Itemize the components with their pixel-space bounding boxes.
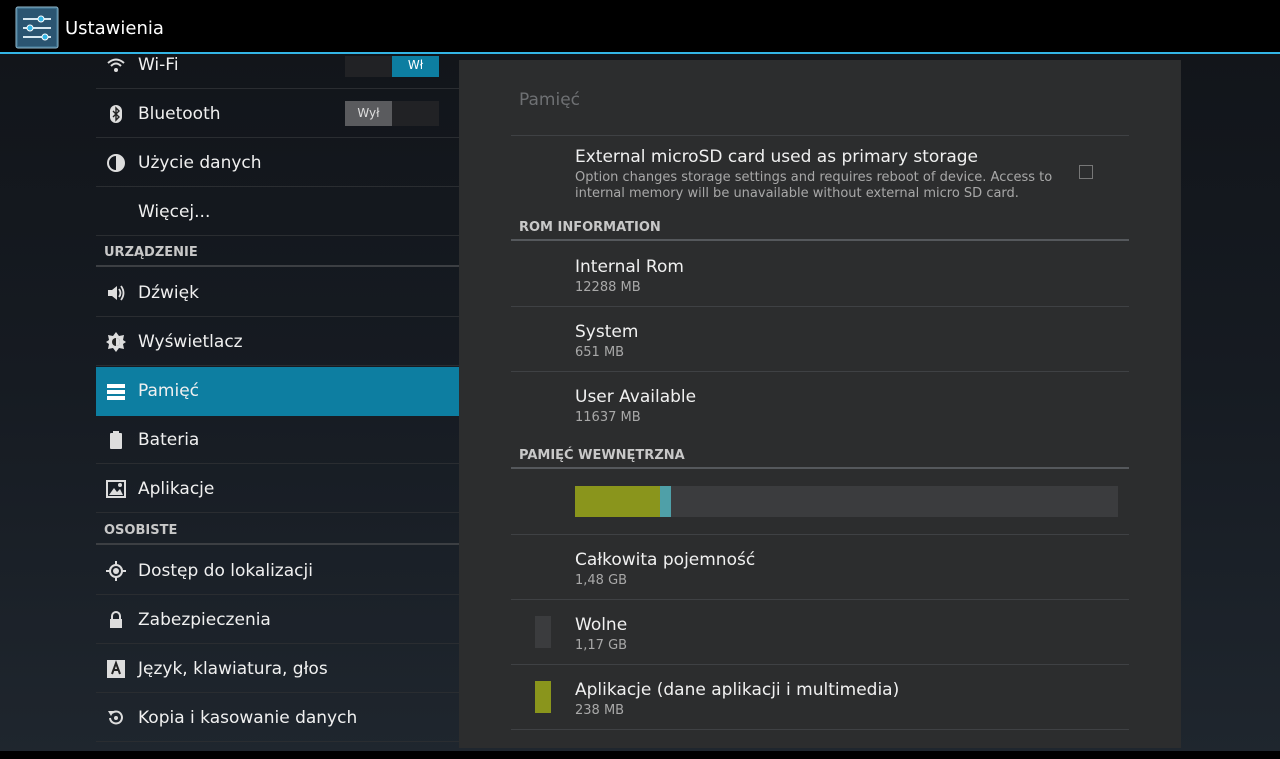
wifi-toggle[interactable]: Wł [345,56,439,77]
item-title: Aplikacje (dane aplikacji i multimedia) [575,680,900,700]
sidebar-item-label: Dostęp do lokalizacji [138,561,313,581]
section-header-device: URZĄDZENIE [96,237,459,267]
bottom-edge [0,751,1280,759]
sidebar-item-label: Zabezpieczenia [138,610,271,630]
wifi-icon [106,56,126,75]
section-header-label: PAMIĘĆ WEWNĘTRZNA [519,448,685,463]
settings-sidebar: Wi-Fi Wł Bluetooth Wył Użycie danych Wię… [96,56,459,745]
sidebar-item-wifi[interactable]: Wi-Fi Wł [96,56,459,89]
divider [511,135,1129,136]
item-value: 1,17 GB [575,638,628,653]
sidebar-item-apps[interactable]: Aplikacje [96,465,459,513]
storage-panel: Pamięć External microSD card used as pri… [459,60,1181,748]
storage-usage-bar [575,486,1118,517]
bluetooth-icon [106,104,126,124]
divider [511,599,1129,600]
divider [511,306,1129,307]
sidebar-item-backup[interactable]: Kopia i kasowanie danych [96,694,459,742]
toggle-on-label: Wł [392,56,439,77]
sidebar-item-label: Pamięć [138,381,199,401]
item-value: 1,48 GB [575,573,628,588]
sidebar-item-label: Dźwięk [138,283,199,303]
usage-bar-misc-segment [660,486,671,517]
sidebar-item-language[interactable]: Język, klawiatura, głos [96,645,459,693]
speaker-icon [106,283,126,303]
sidebar-item-sound[interactable]: Dźwięk [96,269,459,317]
item-value: 11637 MB [575,410,641,425]
section-header-rom: ROM INFORMATION [511,215,1129,241]
sidebar-item-label: Kopia i kasowanie danych [138,708,358,728]
item-title: System [575,322,639,342]
sidebar-item-label: Użycie danych [138,153,262,173]
section-header-label: ROM INFORMATION [519,220,661,235]
sidebar-item-label: Bluetooth [138,104,221,124]
lock-icon [106,610,126,630]
sidebar-item-storage[interactable]: Pamięć [96,367,459,416]
sidebar-item-label: Wi-Fi [138,56,179,75]
item-value: 651 MB [575,345,625,360]
app-title: Ustawienia [65,18,164,39]
usage-bar-apps-segment [575,486,660,517]
divider [511,371,1129,372]
external-sd-subtitle-1: Option changes storage settings and requ… [575,170,1053,185]
sidebar-item-security[interactable]: Zabezpieczenia [96,596,459,644]
external-sd-checkbox[interactable] [1079,165,1093,179]
section-header-label: OSOBISTE [104,523,178,538]
sidebar-item-label: Język, klawiatura, głos [138,659,328,679]
bluetooth-toggle[interactable]: Wył [345,101,439,126]
section-header-personal: OSOBISTE [96,515,459,545]
settings-sliders-icon[interactable] [15,6,59,49]
divider [511,664,1129,665]
language-icon [106,659,126,679]
sidebar-item-more[interactable]: Więcej... [96,188,459,236]
toggle-off-label: Wył [345,101,392,126]
sidebar-item-bluetooth[interactable]: Bluetooth Wył [96,90,459,138]
item-title: Całkowita pojemność [575,550,756,570]
panel-title: Pamięć [519,90,580,110]
location-icon [106,561,126,581]
free-color-swatch [535,616,551,648]
divider [511,729,1129,730]
apps-color-swatch [535,681,551,713]
sidebar-item-label: Aplikacje [138,479,215,499]
sidebar-item-display[interactable]: Wyświetlacz [96,318,459,366]
sidebar-item-battery[interactable]: Bateria [96,416,459,464]
sidebar-item-label: Bateria [138,430,200,450]
sidebar-item-data-usage[interactable]: Użycie danych [96,139,459,187]
section-header-label: URZĄDZENIE [104,245,198,260]
sidebar-item-label: Więcej... [138,202,211,222]
brightness-icon [106,332,126,352]
item-title: User Available [575,387,697,407]
sidebar-item-location[interactable]: Dostęp do lokalizacji [96,547,459,595]
item-title: Wolne [575,615,628,635]
external-sd-subtitle-2: internal memory will be unavailable with… [575,186,1019,201]
battery-icon [106,430,126,450]
storage-icon [106,381,126,401]
item-title: Internal Rom [575,257,684,277]
sidebar-item-label: Wyświetlacz [138,332,243,352]
external-sd-title: External microSD card used as primary st… [575,147,978,167]
action-bar: Ustawienia [0,0,1280,54]
data-usage-icon [106,153,126,173]
item-value: 238 MB [575,703,625,718]
divider [511,534,1129,535]
backup-restore-icon [106,708,126,728]
section-header-internal: PAMIĘĆ WEWNĘTRZNA [511,443,1129,469]
item-value: 12288 MB [575,280,641,295]
apps-icon [106,479,126,499]
